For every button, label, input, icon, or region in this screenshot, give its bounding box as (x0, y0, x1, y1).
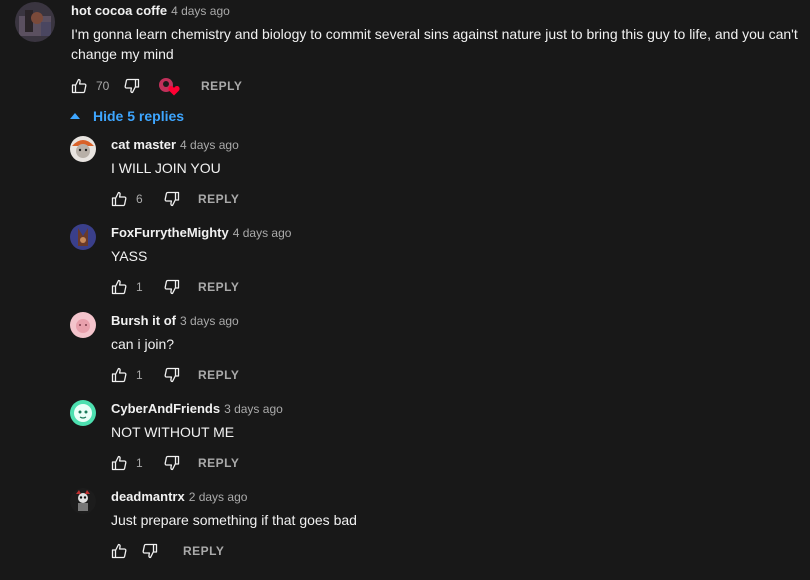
like-count: 6 (136, 192, 143, 206)
reply-button-wrap: REPLY (201, 76, 242, 96)
like-button[interactable] (109, 365, 129, 385)
thumb-up-icon (111, 367, 127, 383)
comment-text: I'm gonna learn chemistry and biology to… (71, 26, 798, 62)
thumb-down-icon (164, 191, 180, 207)
hide-replies-label: Hide 5 replies (93, 108, 185, 124)
like-button[interactable] (69, 76, 89, 96)
thumb-up-icon (71, 78, 87, 94)
author-name[interactable]: deadmantrx (111, 489, 185, 504)
author-name[interactable]: CyberAndFriends (111, 401, 220, 416)
thumb-up-icon (111, 455, 127, 471)
heart-icon (168, 86, 180, 96)
thumb-down-icon (164, 367, 180, 383)
like-button[interactable] (109, 541, 129, 561)
reply-button[interactable]: REPLY (198, 456, 239, 470)
reply-button[interactable]: REPLY (201, 79, 242, 93)
author-name[interactable]: FoxFurrytheMighty (111, 225, 229, 240)
reply-actions: 6 (109, 189, 182, 209)
hide-replies-button[interactable]: Hide 5 replies (70, 106, 184, 126)
dislike-button[interactable] (162, 277, 182, 297)
like-count: 70 (96, 79, 110, 93)
reply-button[interactable]: REPLY (198, 368, 239, 382)
reply-time[interactable]: 3 days ago (180, 314, 239, 328)
reply-actions: 1 (109, 453, 182, 473)
reply-text: YASS (111, 248, 148, 264)
comment-actions: 70 (69, 76, 142, 96)
thumb-down-icon (142, 543, 158, 559)
dislike-button[interactable] (162, 365, 182, 385)
avatar[interactable] (70, 400, 96, 426)
like-count: 1 (136, 280, 143, 294)
caret-up-icon (70, 113, 80, 119)
reply-button[interactable]: REPLY (198, 192, 239, 206)
like-button[interactable] (109, 453, 129, 473)
reply-button-wrap: REPLY (183, 541, 224, 561)
reply-button[interactable]: REPLY (183, 544, 224, 558)
reply-button-wrap: REPLY (198, 189, 239, 209)
dislike-button[interactable] (162, 453, 182, 473)
reply-actions: 1 (109, 365, 182, 385)
thumb-up-icon (111, 279, 127, 295)
thumb-down-icon (164, 455, 180, 471)
reply-text: Just prepare something if that goes bad (111, 512, 357, 528)
avatar[interactable] (70, 312, 96, 338)
author-name[interactable]: hot cocoa coffe (71, 3, 167, 18)
like-button[interactable] (109, 277, 129, 297)
thumb-down-icon (164, 279, 180, 295)
like-count: 1 (136, 368, 143, 382)
reply-text: can i join? (111, 336, 175, 352)
reply-button-wrap: REPLY (198, 365, 239, 385)
avatar[interactable] (70, 224, 96, 250)
author-name[interactable]: cat master (111, 137, 176, 152)
avatar[interactable] (70, 136, 96, 162)
reply-author[interactable]: cat master 4 days ago (111, 137, 239, 152)
comment-author[interactable]: hot cocoa coffe 4 days ago (71, 3, 230, 18)
reply-author[interactable]: deadmantrx 2 days ago (111, 489, 247, 504)
thumb-down-icon (124, 78, 140, 94)
reply-time[interactable]: 4 days ago (180, 138, 239, 152)
author-name[interactable]: Bursh it of (111, 313, 176, 328)
reply-author[interactable]: CyberAndFriends 3 days ago (111, 401, 283, 416)
like-count: 1 (136, 456, 143, 470)
reply-text: I WILL JOIN YOU (111, 160, 221, 176)
reply-time[interactable]: 2 days ago (189, 490, 248, 504)
like-button[interactable] (109, 189, 129, 209)
thumb-up-icon (111, 191, 127, 207)
reply-button-wrap: REPLY (198, 453, 239, 473)
reply-author[interactable]: FoxFurrytheMighty 4 days ago (111, 225, 291, 240)
avatar[interactable] (70, 488, 96, 514)
reply-text: NOT WITHOUT ME (111, 424, 235, 440)
dislike-button[interactable] (162, 189, 182, 209)
reply-actions (109, 541, 160, 561)
reply-button[interactable]: REPLY (198, 280, 239, 294)
reply-button-wrap: REPLY (198, 277, 239, 297)
avatar[interactable] (15, 2, 55, 42)
dislike-button[interactable] (122, 76, 142, 96)
creator-heart (158, 77, 180, 97)
reply-actions: 1 (109, 277, 182, 297)
reply-time[interactable]: 4 days ago (233, 226, 292, 240)
comment-time[interactable]: 4 days ago (171, 4, 230, 18)
thumb-up-icon (111, 543, 127, 559)
dislike-button[interactable] (140, 541, 160, 561)
reply-time[interactable]: 3 days ago (224, 402, 283, 416)
reply-author[interactable]: Bursh it of 3 days ago (111, 313, 239, 328)
